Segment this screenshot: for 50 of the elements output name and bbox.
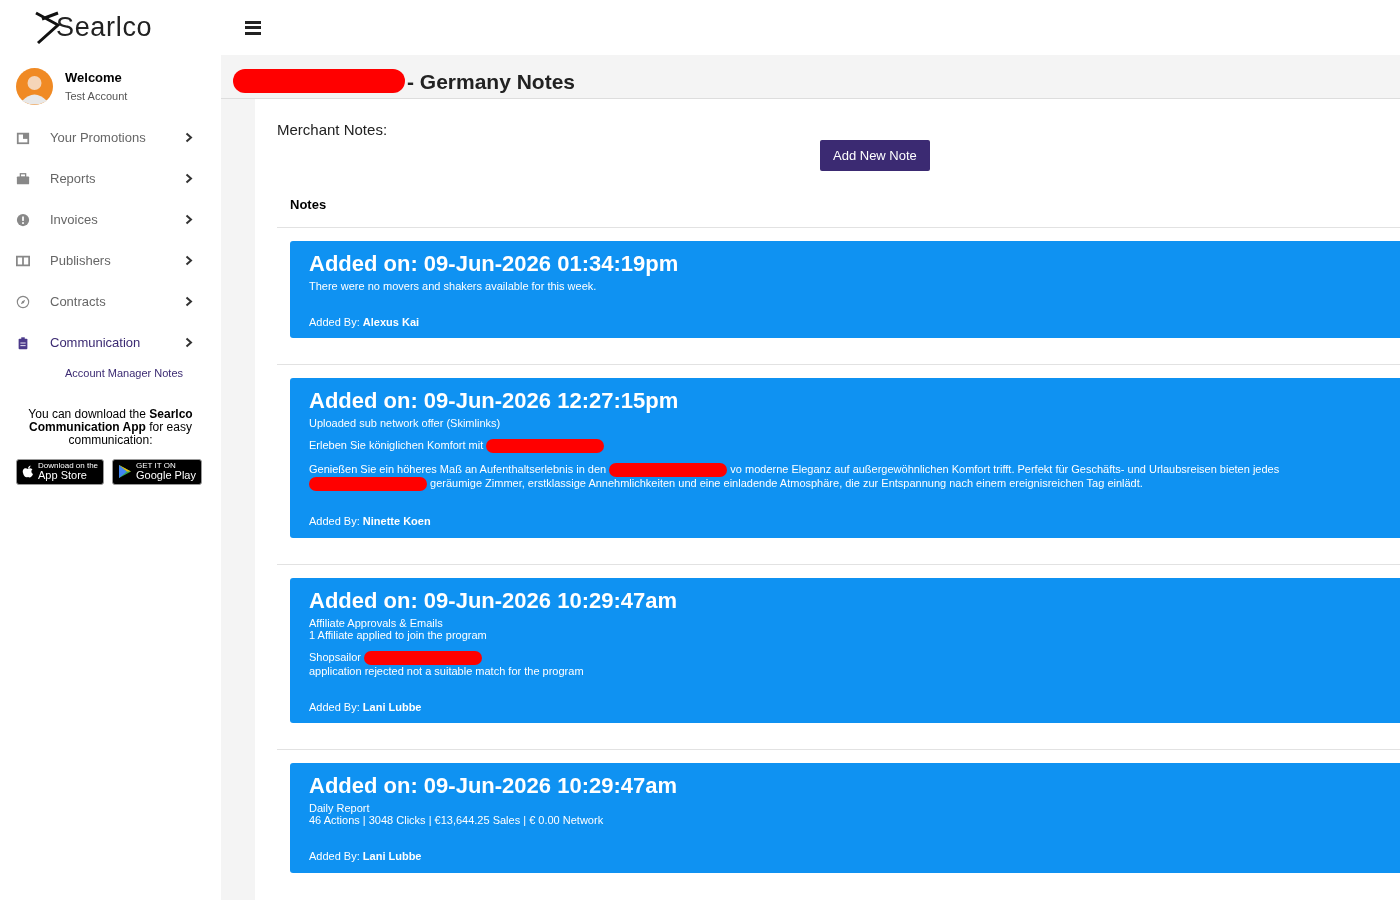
- exclamation-icon: [16, 211, 30, 228]
- play-triangle-icon: [118, 464, 133, 479]
- chevron-icon: [185, 173, 193, 184]
- add-new-note-button[interactable]: Add New Note: [820, 139, 930, 171]
- app-download-text: You can download the Searlco Communication App for easy communication:: [27, 407, 194, 447]
- note-text: Affiliate Approvals & Emails: [309, 616, 443, 629]
- sidebar-item[interactable]: Reports: [0, 158, 221, 199]
- welcome-text: Welcome: [65, 69, 123, 87]
- google-play-badge[interactable]: GET IT ON Google Play: [112, 458, 202, 485]
- chevron-icon: [185, 255, 193, 266]
- page-title: - Germany Notes: [407, 68, 576, 95]
- note-text: Uploaded sub network offer (Skimlinks): [309, 417, 501, 429]
- note-date: Added on: 09-Jun-2026 01:34:19pm: [309, 249, 680, 278]
- briefcase-icon: [16, 170, 30, 187]
- clipboard-icon: [16, 334, 30, 351]
- sidebar-item[interactable]: Contracts: [0, 281, 221, 322]
- sidebar-item[interactable]: Your Promotions: [0, 117, 221, 158]
- note-text: There were no movers and shakers available for this week.: [309, 279, 597, 292]
- note-date: Added on: 09-Jun-2026 10:29:47am: [309, 772, 679, 801]
- note-date: Added on: 09-Jun-2026 10:29:47am: [309, 586, 679, 615]
- menu-icon[interactable]: [245, 19, 261, 36]
- note-text: Daily Report: [309, 802, 370, 815]
- avatar-icon: [16, 67, 53, 105]
- note-text: geräumige Zimmer, erstklassige Annehmlichkeiten und eine einladende Atmosphäre, die zur Entspannung nach einem ereignisreichen Tag einlädt.: [430, 477, 1143, 490]
- note-author: Added By: Ninette Koen: [309, 514, 432, 530]
- chevron-icon: [185, 132, 193, 143]
- account-name: Test Account: [65, 88, 128, 104]
- note-text: Erleben Sie königlichen Komfort mit: [309, 439, 484, 451]
- chevron-icon: [185, 296, 193, 307]
- compass-icon: [16, 293, 30, 310]
- note-text: Shopsailor: [309, 650, 361, 663]
- chevron-icon: [185, 214, 193, 225]
- notes-heading: Notes: [290, 196, 328, 214]
- logo-text: Searlco: [56, 11, 153, 45]
- note-text: Genießen Sie ein höheres Maß an Aufenthaltserlebnis in den: [309, 463, 607, 476]
- note-author: Added By: Lani Lubbe: [309, 699, 423, 715]
- merchant-notes-label: Merchant Notes:: [277, 120, 389, 140]
- apple-icon: [22, 464, 34, 479]
- sidebar-item[interactable]: Invoices: [0, 199, 221, 240]
- note-date: Added on: 09-Jun-2026 12:27:15pm: [309, 387, 680, 415]
- note-text: application rejected not a suitable match for the program: [309, 664, 584, 677]
- submenu-item[interactable]: Account Manager Notes: [65, 365, 183, 382]
- note-text: 1 Affiliate applied to join the program: [309, 628, 487, 641]
- sidebar-item[interactable]: Publishers: [0, 240, 221, 281]
- note-text: vo moderne Eleganz auf außergewöhnlichen Komfort trifft. Perfekt für Geschäfts- und Urlaubsreisen bieten jedes: [730, 463, 1280, 476]
- note-author: Added By: Lani Lubbe: [309, 849, 423, 865]
- app-store-badge[interactable]: Download on the App Store: [16, 458, 105, 485]
- note-text: 46 Actions | 3048 Clicks | €13,644.25 Sales | € 0.00 Network: [309, 814, 604, 827]
- sidebar-item[interactable]: Communication: [0, 322, 221, 363]
- note-author: Added By: Alexus Kai: [309, 314, 421, 330]
